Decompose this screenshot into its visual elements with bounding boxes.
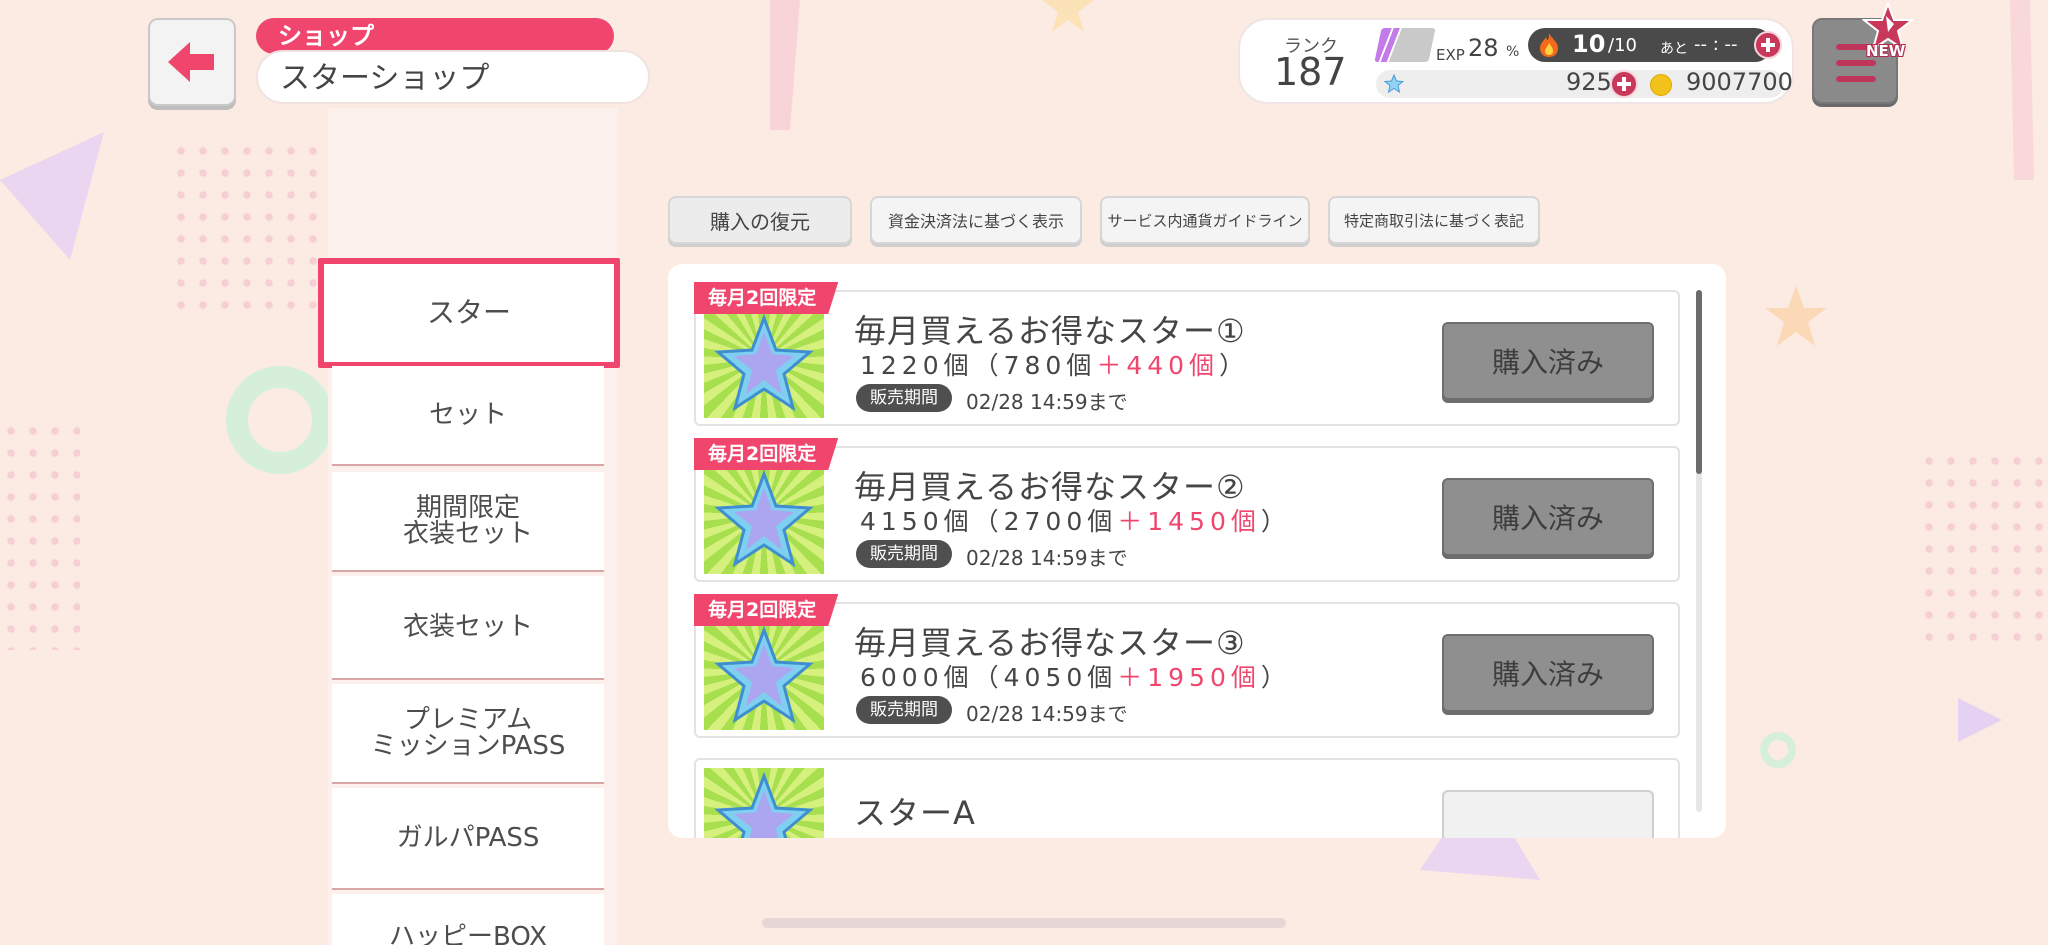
exp-value: 28 [1468,34,1499,62]
background-ring [226,366,334,474]
sidebar-item-label: プレミアム ミッションPASS [370,705,566,761]
limit-tag: 毎月2回限定 [694,438,838,470]
purchased-button[interactable]: 購入済み [1442,634,1654,712]
fire-icon [1540,33,1558,57]
sidebar-item-premium-mission-pass[interactable]: プレミアム ミッションPASS [332,684,604,784]
sale-period: 02/28 14:59まで [966,546,1128,570]
sale-period-badge: 販売期間 [856,384,952,412]
product-item: スターA [694,758,1680,838]
background-star [1042,0,1094,32]
star-item-icon [714,314,814,412]
exp-unit: % [1506,44,1520,60]
restore-purchases-button[interactable]: 購入の復元 [668,196,852,244]
quantity-main: 6000個（4050個 [860,663,1118,692]
sidebar-item-label: 衣装セット [402,612,533,642]
buy-button[interactable] [1442,790,1654,838]
star-item-icon [714,470,814,568]
star-decoration-icon [597,265,613,281]
product-item: 毎月2回限定 毎月買えるお得なスター① 1220個（780個＋440個） 販売期… [694,290,1680,426]
background-decoration [1958,698,2002,742]
product-name: スターA [854,794,976,832]
quantity-main: 4150個（2700個 [860,507,1118,536]
product-quantity: 6000個（4050個＋1950個） [860,658,1291,694]
arrow-left-icon [168,42,214,82]
menu-icon [1836,60,1876,66]
sidebar-item-label: スター [426,296,511,329]
background-decoration [770,0,800,130]
background-dots [0,420,80,650]
buy-stars-button[interactable] [1610,70,1638,98]
sidebar-item-label: ガルパPASS [396,823,540,853]
star-item-icon [714,772,814,838]
limit-tag: 毎月2回限定 [694,594,838,626]
plus-icon [1617,77,1631,91]
sidebar-item-garupa-pass[interactable]: ガルパPASS [332,788,604,890]
purchased-button[interactable]: 購入済み [1442,478,1654,556]
star-currency-icon [1384,74,1404,94]
sidebar-item-star[interactable]: スター [318,258,620,368]
sidebar-item-label: セット [428,400,507,430]
sidebar-item-happy-box[interactable]: ハッピーBOX [332,894,604,945]
breadcrumb: ショップ [256,18,614,54]
sale-period: 02/28 14:59まで [966,390,1128,414]
sidebar-item-label: 期間限定 衣装セット [402,493,533,549]
stamina-value: 10 [1572,30,1606,58]
plus-icon [1761,38,1775,52]
product-image [704,466,824,574]
back-button[interactable] [148,18,236,106]
stamina-timer: -- : -- [1694,34,1738,55]
menu-icon [1836,76,1876,82]
background-star [1765,286,1827,346]
product-item: 毎月2回限定 毎月買えるお得なスター③ 6000個（4050個＋1950個） 販… [694,602,1680,738]
product-image [704,622,824,730]
quantity-close: ） [1260,507,1291,536]
background-dots [1918,450,2048,650]
limit-tag: 毎月2回限定 [694,282,838,314]
new-badge: NEW [1866,42,1906,60]
home-indicator[interactable] [762,918,1286,928]
quantity-main: 1220個（780個 [860,351,1097,380]
quantity-bonus: ＋440個 [1096,351,1220,380]
sidebar-item-limited-costume-set[interactable]: 期間限定 衣装セット [332,472,604,572]
coin-icon [1650,74,1672,96]
stamina-after-label: あと [1660,41,1688,57]
quantity-close: ） [1260,663,1291,692]
exp-bar [1374,28,1436,62]
background-decoration [2010,0,2034,180]
commerce-act-button[interactable]: 特定商取引法に基づく表記 [1328,196,1540,244]
product-quantity: 4150個（2700個＋1450個） [860,502,1291,538]
product-image [704,310,824,418]
sale-period-badge: 販売期間 [856,540,952,568]
stamina-box: 10 /10 あと -- : -- [1528,28,1782,62]
scrollbar-thumb[interactable] [1696,290,1702,474]
product-item: 毎月2回限定 毎月買えるお得なスター② 4150個（2700個＋1450個） 販… [694,446,1680,582]
currency-row: 925 9007700 [1376,68,1793,98]
currency-guideline-button[interactable]: サービス内通貨ガイドライン [1100,196,1310,244]
sidebar-item-label: ハッピーBOX [389,922,547,945]
coin-count: 9007700 [1686,68,1793,96]
sale-period-badge: 販売期間 [856,696,952,724]
product-image [704,768,824,838]
background-ring [1760,732,1796,768]
background-decoration [0,132,104,260]
payment-act-button[interactable]: 資金決済法に基づく表示 [870,196,1082,244]
sidebar-item-set[interactable]: セット [332,366,604,466]
quantity-bonus: ＋1450個 [1117,507,1261,536]
product-quantity: 1220個（780個＋440個） [860,346,1249,382]
add-stamina-button[interactable] [1754,31,1782,59]
product-list[interactable]: 毎月2回限定 毎月買えるお得なスター① 1220個（780個＋440個） 販売期… [668,264,1726,838]
star-count: 925 [1566,68,1612,96]
star-decoration-icon [325,345,341,361]
page-title: スターショップ [256,50,650,104]
quantity-bonus: ＋1950個 [1117,663,1261,692]
exp-label: EXP [1436,46,1465,64]
purchased-button[interactable]: 購入済み [1442,322,1654,400]
star-item-icon [714,626,814,724]
sale-period: 02/28 14:59まで [966,702,1128,726]
quantity-close: ） [1219,351,1250,380]
status-panel: ランク 187 EXP 28 % 10 /10 あと -- : -- 925 9… [1238,18,1794,104]
sidebar-item-costume-set[interactable]: 衣装セット [332,576,604,680]
rank-value: 187 [1274,50,1347,94]
stamina-max: /10 [1608,35,1637,56]
